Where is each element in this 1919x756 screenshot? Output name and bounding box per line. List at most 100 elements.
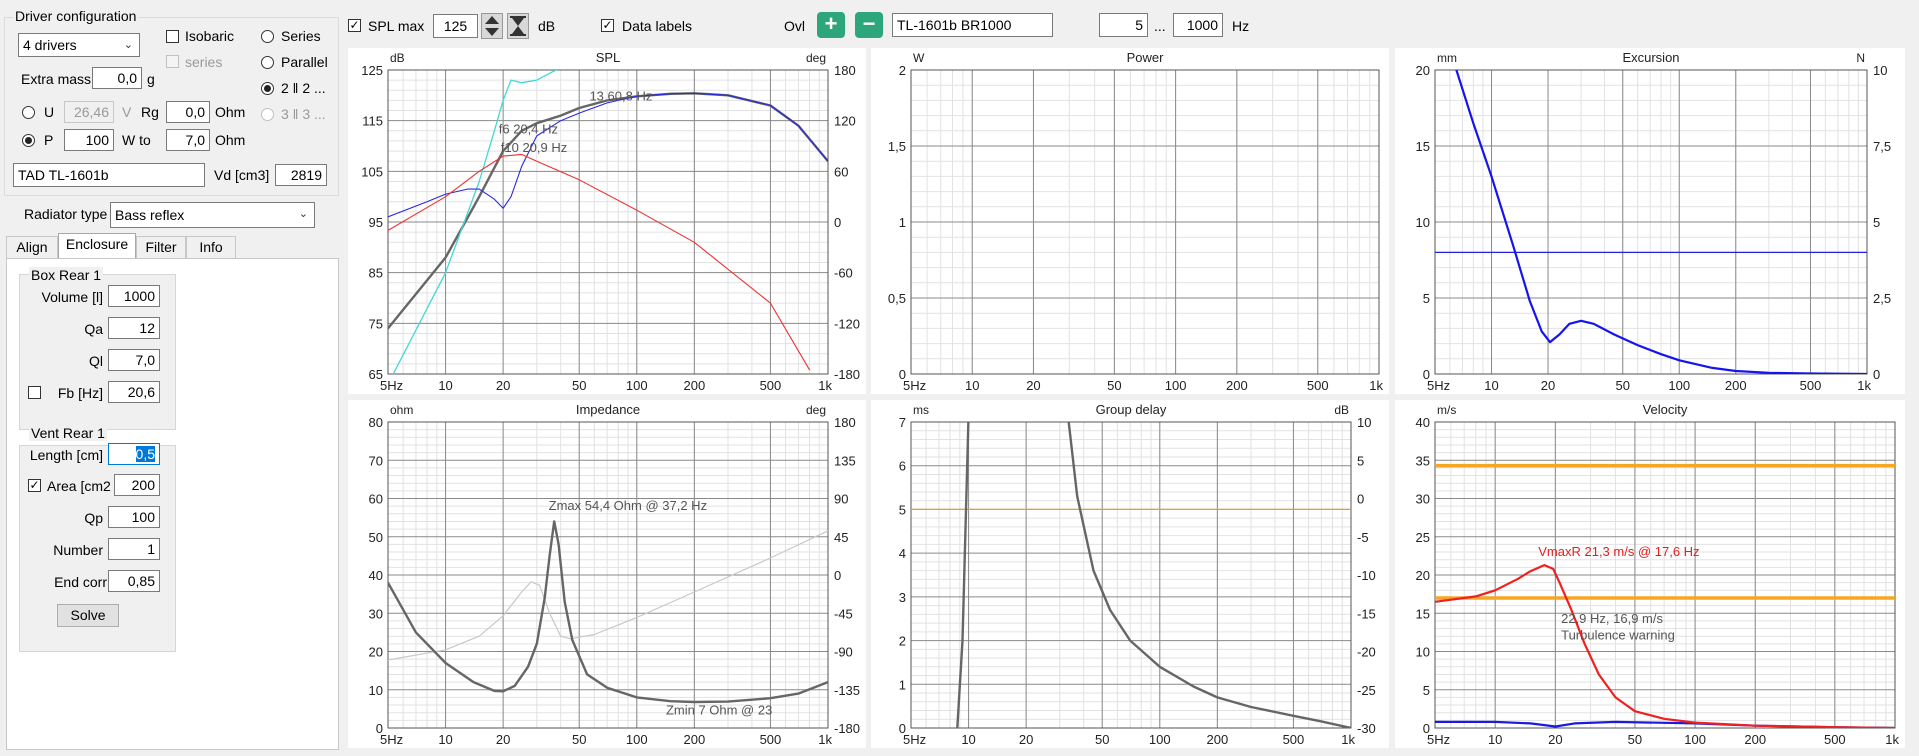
group-delay-ytick-label: 3 (899, 590, 906, 605)
remove-overlay-button[interactable]: − (855, 12, 883, 38)
solve-button[interactable]: Solve (57, 604, 119, 627)
extra-mass-unit: g (147, 71, 155, 87)
p-radio[interactable] (22, 134, 35, 147)
velocity-ytick-label: 20 (1416, 568, 1430, 583)
number-input[interactable]: 1 (108, 538, 160, 560)
driver-name-field[interactable]: TAD TL-1601b (13, 163, 205, 187)
velocity-ytick-label: 30 (1416, 492, 1430, 507)
vent-rear-title: Vent Rear 1 (29, 425, 107, 441)
spl-y2tick-label: -120 (834, 316, 860, 331)
series-sub-label: series (185, 54, 223, 70)
overlay-name-input[interactable]: TL-1601b BR1000 (892, 13, 1053, 37)
add-overlay-button[interactable]: + (817, 12, 845, 38)
excursion-xtick-label: 100 (1668, 378, 1690, 393)
velocity-chart[interactable]: Velocity m/s 0 5 10 15 20 25 30 35 40 5Hz 10 20 50 100 2… (1395, 400, 1905, 748)
w-to-input[interactable]: 7,0 (166, 129, 210, 151)
impedance-xtick-label: 200 (683, 732, 705, 747)
excursion-title: Excursion (1622, 50, 1679, 65)
group-delay-xtick-label: 200 (1206, 732, 1228, 747)
velocity-ytick-label: 35 (1416, 453, 1430, 468)
group-delay-y2tick-label: 0 (1357, 492, 1364, 507)
power-ylabel: W (913, 51, 925, 65)
spl-data-label: f6 20,4 Hz (499, 121, 558, 136)
group-delay-ytick-label: 7 (899, 415, 906, 430)
w-to-label: W to (122, 132, 151, 148)
data-labels-checkbox[interactable]: ✓ (601, 19, 614, 32)
impedance-y2tick-label: 180 (834, 415, 856, 430)
power-xtick-label: 5Hz (903, 378, 926, 393)
area-input[interactable]: 200 (114, 474, 160, 496)
tab-enclosure[interactable]: Enclosure (58, 233, 136, 259)
drivers-count-combo[interactable]: 4 drivers ⌄ (18, 33, 140, 57)
volume-input[interactable]: 1000 (108, 285, 160, 307)
velocity-xtick-label: 20 (1548, 732, 1562, 747)
tab-align[interactable]: Align (6, 236, 58, 258)
spl-max-input[interactable]: 125 (433, 14, 478, 38)
velocity-xtick-label: 500 (1824, 732, 1846, 747)
excursion-y2tick-label: 10 (1873, 63, 1887, 78)
excursion-xtick-label: 500 (1800, 378, 1822, 393)
spl-ylabel: dB (390, 51, 405, 65)
spl-xtick-label: 20 (496, 378, 510, 393)
velocity-xtick-label: 50 (1628, 732, 1642, 747)
radiator-type-combo[interactable]: Bass reflex ⌄ (110, 202, 315, 228)
end-corr-input[interactable]: 0,85 (108, 570, 160, 592)
parallel-2x2-radio[interactable] (261, 82, 274, 95)
freq-to-input[interactable]: 1000 (1173, 13, 1223, 37)
spl-xtick-label: 200 (683, 378, 705, 393)
u-unit: V (122, 104, 132, 120)
power-chart[interactable]: Power W 0 0,5 1 1,5 2 5Hz 10 20 50 100 200 500 1k (871, 48, 1389, 394)
spl-y2tick-label: 60 (834, 164, 848, 179)
spl-xtick-label: 100 (626, 378, 648, 393)
impedance-chart[interactable]: Impedance ohm deg 0 10 20 30 40 50 60 70 80 -180 -135… (348, 400, 866, 748)
freq-unit: Hz (1232, 18, 1250, 34)
fb-input[interactable]: 20,6 (108, 381, 160, 403)
p-input[interactable]: 100 (64, 129, 114, 151)
area-checkbox[interactable]: ✓ (28, 479, 41, 492)
group-delay-chart[interactable]: Group delay ms dB 0 1 2 3 4 5 6 7 -30 -25 -20 -15 -10 -5… (871, 400, 1389, 748)
parallel-label: Parallel (281, 54, 328, 70)
spl-xtick-label: 5Hz (380, 378, 403, 393)
spin-range-button[interactable] (507, 13, 529, 39)
excursion-chart[interactable]: Excursion mm N 0 5 10 15 20 0 2,5 5 7,5 10 5Hz 10 20 50 1… (1395, 48, 1905, 394)
series-sub-checkbox (166, 55, 179, 68)
length-input[interactable]: 0,5 (108, 443, 160, 465)
tab-filter[interactable]: Filter (136, 236, 186, 258)
qa-label: Qa (84, 321, 103, 337)
series-radio[interactable] (261, 30, 274, 43)
hourglass-icon (510, 16, 526, 36)
ql-input[interactable]: 7,0 (108, 349, 160, 371)
u-radio[interactable] (22, 106, 35, 119)
group-delay-xtick-label: 1k (1341, 732, 1355, 747)
fb-checkbox[interactable] (28, 386, 41, 399)
parallel-3x3-label: 3 ‖ 3 ... (281, 106, 326, 122)
spl-ytick-label: 125 (361, 63, 383, 78)
group-delay-ytick-label: 1 (899, 677, 906, 692)
parallel-radio[interactable] (261, 56, 274, 69)
impedance-ytick-label: 80 (369, 415, 383, 430)
spl-series-line (392, 70, 558, 374)
impedance-ytick-label: 40 (369, 568, 383, 583)
excursion-chart-svg: Excursion mm N 0 5 10 15 200 2,5 5 7,5 10 5Hz 10 20 50 1… (1416, 50, 1892, 393)
velocity-data-label: VmaxR 21,3 m/s @ 17,6 Hz (1538, 544, 1699, 559)
impedance-ytick-label: 10 (369, 683, 383, 698)
isobaric-checkbox[interactable] (166, 30, 179, 43)
freq-from-input[interactable]: 5 (1099, 13, 1148, 37)
spin-updown-button[interactable] (481, 13, 503, 39)
group-delay-title: Group delay (1096, 402, 1167, 417)
impedance-y2tick-label: -90 (834, 645, 853, 660)
velocity-series-line (1435, 564, 1895, 728)
spl-chart[interactable]: SPL dB deg 65 75 85 95 105 115 125 -180 -120 -60 0 60 1… (348, 48, 866, 394)
impedance-xtick-label: 50 (572, 732, 586, 747)
spl-max-checkbox[interactable]: ✓ (348, 19, 361, 32)
extra-mass-input[interactable]: 0,0 (92, 67, 142, 89)
qp-input[interactable]: 100 (108, 506, 160, 528)
rg-input[interactable]: 0,0 (166, 101, 210, 123)
tab-info[interactable]: Info (186, 236, 236, 258)
volume-label: Volume [l] (41, 289, 103, 305)
velocity-xtick-label: 5Hz (1427, 732, 1450, 747)
group-delay-xtick-label: 20 (1019, 732, 1033, 747)
power-xtick-label: 500 (1307, 378, 1329, 393)
excursion-xtick-label: 5Hz (1427, 378, 1450, 393)
qa-input[interactable]: 12 (108, 317, 160, 339)
